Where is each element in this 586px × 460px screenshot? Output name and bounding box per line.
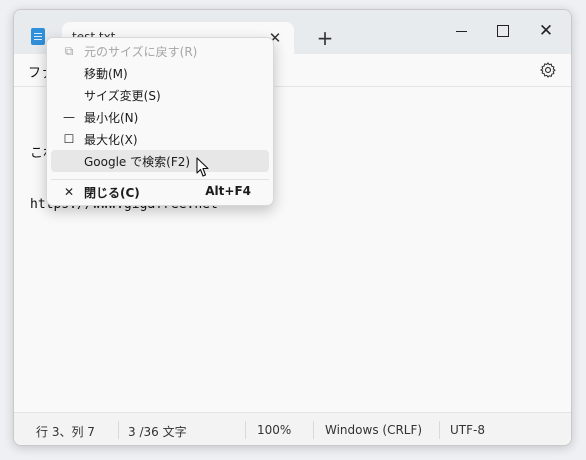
menu-item-minimize[interactable]: — 最小化(N) bbox=[51, 106, 269, 128]
menu-item-label: 移動(M) bbox=[84, 67, 128, 81]
system-context-menu: ⧉ 元のサイズに戻す(R) 移動(M) サイズ変更(S) — 最小化(N) ☐ … bbox=[46, 37, 274, 206]
status-encoding[interactable]: UTF-8 bbox=[450, 423, 485, 437]
menu-item-maximize[interactable]: ☐ 最大化(X) bbox=[51, 128, 269, 150]
close-window-button[interactable]: ✕ bbox=[526, 16, 566, 46]
maximize-icon: ☐ bbox=[63, 132, 75, 146]
menu-item-google-search[interactable]: Google で検索(F2) bbox=[51, 150, 269, 172]
new-tab-button[interactable]: + bbox=[313, 27, 337, 51]
status-divider bbox=[118, 421, 119, 439]
menu-item-label: 閉じる(C) bbox=[84, 186, 140, 200]
menu-item-label: 最小化(N) bbox=[84, 111, 139, 125]
menu-item-label: Google で検索(F2) bbox=[84, 155, 191, 169]
menu-item-restore[interactable]: ⧉ 元のサイズに戻す(R) bbox=[51, 40, 269, 62]
restore-icon: ⧉ bbox=[64, 44, 74, 58]
status-position: 行 3、列 7 bbox=[36, 425, 95, 439]
status-line-ending[interactable]: Windows (CRLF) bbox=[325, 423, 422, 437]
menu-item-label: 最大化(X) bbox=[84, 133, 138, 147]
menu-divider bbox=[51, 179, 269, 180]
menu-item-close[interactable]: ✕ 閉じる(C) Alt+F4 bbox=[51, 181, 269, 203]
notepad-app-icon[interactable] bbox=[31, 28, 45, 45]
menu-item-label: サイズ変更(S) bbox=[84, 89, 161, 103]
menu-item-label: 元のサイズに戻す(R) bbox=[84, 45, 198, 59]
maximize-button[interactable] bbox=[482, 16, 522, 46]
mouse-pointer-icon bbox=[196, 157, 209, 177]
status-zoom[interactable]: 100% bbox=[257, 423, 291, 437]
minimize-icon: — bbox=[63, 110, 75, 124]
menu-item-shortcut: Alt+F4 bbox=[205, 184, 251, 198]
close-icon: ✕ bbox=[63, 185, 75, 199]
status-bar: 行 3、列 7 3 /36 文字 100% Windows (CRLF) UTF… bbox=[14, 412, 571, 445]
menu-item-resize[interactable]: サイズ変更(S) bbox=[51, 84, 269, 106]
status-divider bbox=[313, 421, 314, 439]
status-char-count: 3 /36 文字 bbox=[128, 425, 187, 439]
gear-icon[interactable] bbox=[539, 61, 557, 79]
status-divider bbox=[439, 421, 440, 439]
minimize-button[interactable] bbox=[442, 16, 482, 46]
menu-item-move[interactable]: 移動(M) bbox=[51, 62, 269, 84]
status-divider bbox=[245, 421, 246, 439]
